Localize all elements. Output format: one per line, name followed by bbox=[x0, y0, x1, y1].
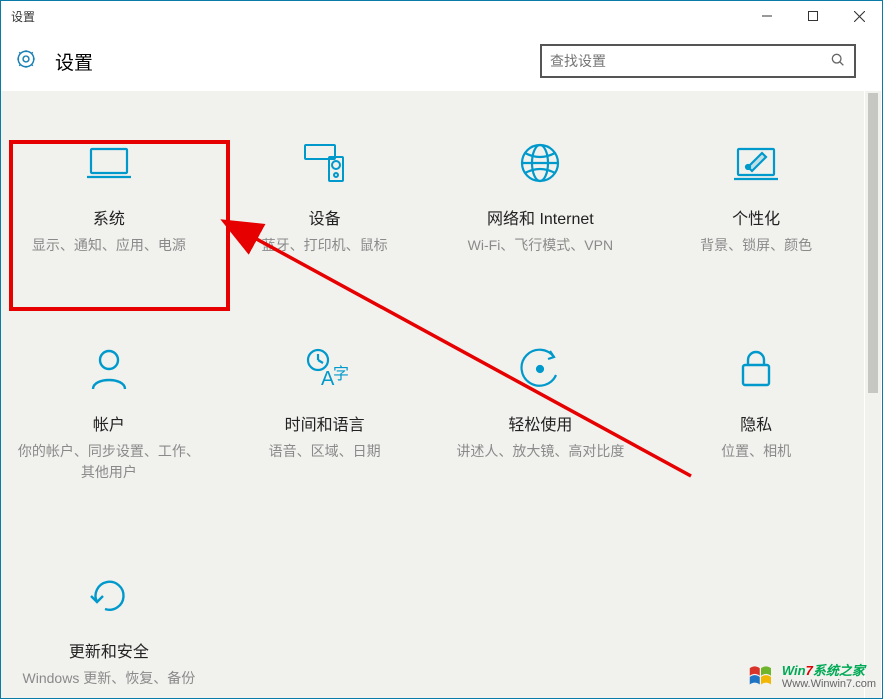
tile-title: 个性化 bbox=[732, 205, 780, 229]
tile-accounts[interactable]: 帐户 你的帐户、同步设置、工作、其他用户 bbox=[9, 345, 209, 482]
tile-system[interactable]: 系统 显示、通知、应用、电源 bbox=[9, 139, 209, 255]
tile-title: 网络和 Internet bbox=[487, 205, 594, 229]
tile-title: 轻松使用 bbox=[508, 411, 572, 435]
watermark-text: Win7系统之家 Www.Winwin7.com bbox=[782, 663, 876, 692]
tile-time-language[interactable]: A 字 时间和语言 语音、区域、日期 bbox=[225, 345, 425, 482]
search-icon bbox=[830, 52, 846, 71]
content-area: 系统 显示、通知、应用、电源 设备 蓝牙、打印机、鼠标 bbox=[1, 91, 864, 698]
tile-desc: 蓝牙、打印机、鼠标 bbox=[256, 235, 394, 255]
ease-of-access-icon bbox=[516, 345, 564, 393]
page-title: 设置 bbox=[55, 48, 93, 75]
tile-desc: 你的帐户、同步设置、工作、其他用户 bbox=[9, 441, 209, 482]
devices-icon bbox=[301, 139, 349, 187]
tile-privacy[interactable]: 隐私 位置、相机 bbox=[656, 345, 856, 482]
tile-desc: Windows 更新、恢复、备份 bbox=[17, 668, 202, 688]
time-language-icon: A 字 bbox=[301, 345, 349, 393]
maximize-button[interactable] bbox=[790, 1, 836, 31]
tile-desc: 讲述人、放大镜、高对比度 bbox=[450, 441, 630, 461]
tile-desc: 语音、区域、日期 bbox=[263, 441, 387, 461]
watermark-line1a: Win bbox=[782, 663, 806, 678]
tile-devices[interactable]: 设备 蓝牙、打印机、鼠标 bbox=[225, 139, 425, 255]
tile-title: 隐私 bbox=[740, 411, 772, 435]
lock-icon bbox=[732, 345, 780, 393]
tile-title: 设备 bbox=[309, 205, 341, 229]
tile-title: 系统 bbox=[93, 205, 125, 229]
settings-grid: 系统 显示、通知、应用、电源 设备 蓝牙、打印机、鼠标 bbox=[1, 91, 864, 688]
display-icon bbox=[85, 139, 133, 187]
watermark: Win7系统之家 Www.Winwin7.com bbox=[746, 662, 876, 692]
paint-icon bbox=[732, 139, 780, 187]
watermark-line1c: 系统之家 bbox=[813, 663, 865, 678]
globe-icon bbox=[516, 139, 564, 187]
svg-text:字: 字 bbox=[333, 365, 349, 383]
watermark-line1b: 7 bbox=[806, 663, 813, 678]
update-icon bbox=[85, 572, 133, 620]
scrollbar[interactable] bbox=[865, 91, 881, 698]
tile-update-security[interactable]: 更新和安全 Windows 更新、恢复、备份 bbox=[9, 572, 209, 688]
window-controls bbox=[744, 1, 882, 31]
tile-desc: 显示、通知、应用、电源 bbox=[26, 235, 192, 255]
titlebar: 设置 bbox=[1, 1, 882, 31]
tile-title: 更新和安全 bbox=[69, 638, 149, 662]
tile-network[interactable]: 网络和 Internet Wi-Fi、飞行模式、VPN bbox=[440, 139, 640, 255]
tile-title: 时间和语言 bbox=[285, 411, 365, 435]
header: 设置 bbox=[1, 31, 882, 91]
search-input[interactable] bbox=[550, 53, 830, 69]
minimize-button[interactable] bbox=[744, 1, 790, 31]
tile-title: 帐户 bbox=[93, 411, 125, 435]
close-button[interactable] bbox=[836, 1, 882, 31]
scrollbar-thumb[interactable] bbox=[868, 93, 878, 393]
windows-flag-icon bbox=[746, 662, 776, 692]
header-left: 设置 bbox=[15, 48, 93, 75]
tile-desc: 位置、相机 bbox=[715, 441, 797, 461]
tile-desc: 背景、锁屏、颜色 bbox=[694, 235, 818, 255]
tile-desc: Wi-Fi、飞行模式、VPN bbox=[462, 235, 619, 255]
tile-personalization[interactable]: 个性化 背景、锁屏、颜色 bbox=[656, 139, 856, 255]
person-icon bbox=[85, 345, 133, 393]
search-box[interactable] bbox=[540, 44, 856, 78]
tile-ease-of-access[interactable]: 轻松使用 讲述人、放大镜、高对比度 bbox=[440, 345, 640, 482]
watermark-line2: Www.Winwin7.com bbox=[782, 678, 876, 691]
window-title: 设置 bbox=[11, 8, 35, 25]
gear-icon bbox=[15, 48, 37, 75]
